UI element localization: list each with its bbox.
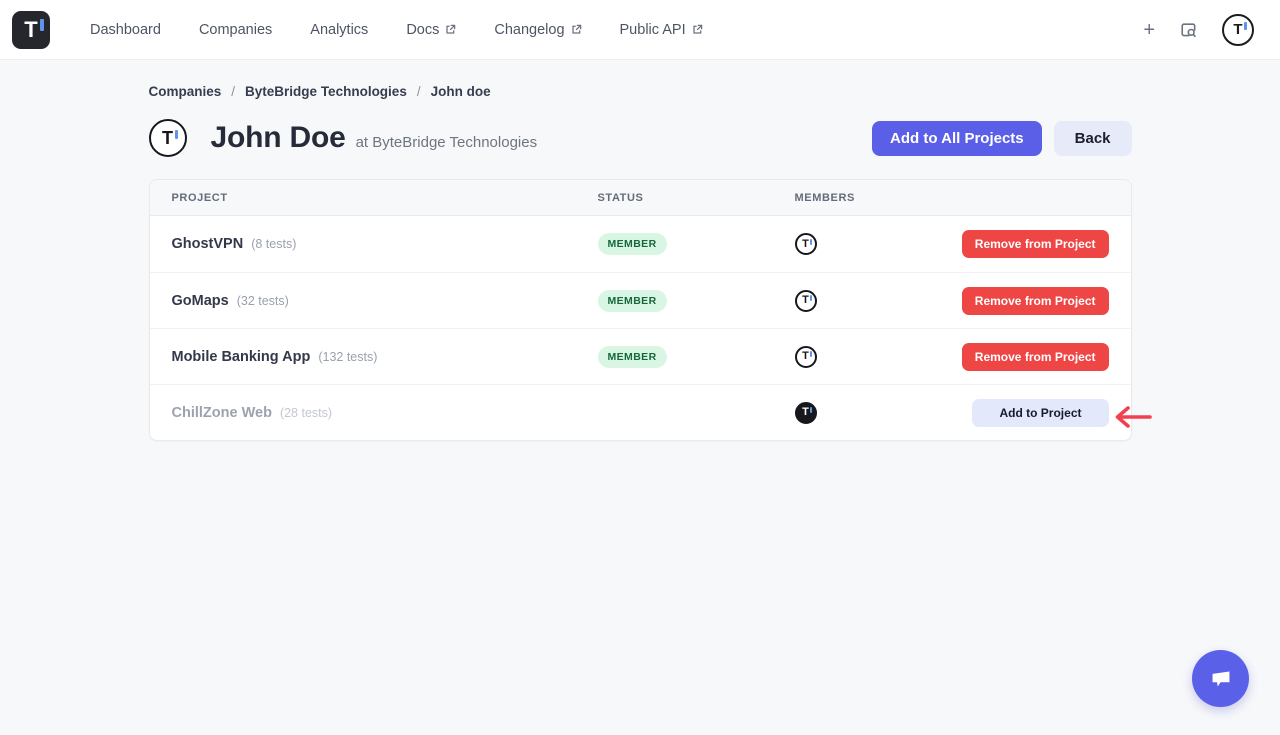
remove-from-project-button[interactable]: Remove from Project [962,287,1109,315]
project-test-count: (28 tests) [280,406,332,420]
breadcrumb-current: John doe [431,84,491,99]
breadcrumb-company[interactable]: ByteBridge Technologies [245,84,407,99]
member-avatar-glyph: T [802,239,809,250]
user-avatar-glyph: T [1233,22,1242,37]
header-actions: Add to All Projects Back [872,121,1131,156]
page-title: John Doe [211,121,346,155]
top-nav: T Dashboard Companies Analytics Docs Cha… [0,0,1280,60]
chat-bubble-icon [1206,664,1236,694]
table-row-chillzone-web: ChillZone Web (28 tests) T Add to Projec… [150,384,1131,440]
member-avatar: T [795,233,817,255]
main-content: Companies / ByteBridge Technologies / Jo… [149,84,1132,441]
breadcrumb-separator: / [417,84,421,99]
member-avatar: T [795,346,817,368]
member-avatar-glyph: T [802,351,809,362]
project-cell: GoMaps (32 tests) [172,293,598,309]
column-status: STATUS [598,192,795,204]
column-members: MEMBERS [795,192,1109,204]
projects-table: PROJECT STATUS MEMBERS GhostVPN (8 tests… [149,179,1132,441]
nav-item-label: Docs [406,22,439,38]
external-link-icon [571,24,582,35]
nav-item-label: Public API [620,22,686,38]
member-avatar-glyph: T [802,295,809,306]
title-wrap: John Doe at ByteBridge Technologies [211,121,538,155]
nav-item-docs[interactable]: Docs [406,22,456,38]
person-avatar-glyph: T [162,129,173,147]
table-header: PROJECT STATUS MEMBERS [150,180,1131,216]
project-test-count: (132 tests) [318,350,377,364]
remove-from-project-button[interactable]: Remove from Project [962,343,1109,371]
project-cell: Mobile Banking App (132 tests) [172,349,598,365]
app-logo[interactable]: T [12,11,50,49]
breadcrumb-separator: / [231,84,235,99]
project-name: Mobile Banking App [172,349,311,365]
member-avatar-glyph: T [802,407,809,418]
table-row-ghostvpn: GhostVPN (8 tests) MEMBER T Remove from … [150,216,1131,272]
page-header: T John Doe at ByteBridge Technologies Ad… [149,119,1132,157]
external-link-icon [445,24,456,35]
add-to-project-button[interactable]: Add to Project [972,399,1108,427]
add-to-all-projects-button[interactable]: Add to All Projects [872,121,1042,156]
nav-item-label: Dashboard [90,22,161,38]
project-name: GoMaps [172,293,229,309]
nav-item-label: Analytics [310,22,368,38]
status-badge: MEMBER [598,346,667,368]
nav-links: Dashboard Companies Analytics Docs Chang… [90,22,703,38]
nav-item-public-api[interactable]: Public API [620,22,703,38]
hint-arrow-icon [1112,404,1154,430]
breadcrumb: Companies / ByteBridge Technologies / Jo… [149,84,1132,99]
project-test-count: (32 tests) [237,294,289,308]
plus-icon[interactable]: + [1143,20,1155,40]
search-docs-icon[interactable] [1179,20,1198,39]
table-row-mobile-banking-app: Mobile Banking App (132 tests) MEMBER T … [150,328,1131,384]
breadcrumb-companies[interactable]: Companies [149,84,222,99]
status-badge: MEMBER [598,290,667,312]
external-link-icon [692,24,703,35]
chat-widget-button[interactable] [1192,650,1249,707]
nav-item-label: Changelog [494,22,564,38]
remove-from-project-button[interactable]: Remove from Project [962,230,1109,258]
nav-item-companies[interactable]: Companies [199,22,272,38]
person-avatar: T [149,119,187,157]
user-avatar[interactable]: T [1222,14,1254,46]
nav-item-label: Companies [199,22,272,38]
back-button[interactable]: Back [1054,121,1132,156]
table-row-gomaps: GoMaps (32 tests) MEMBER T Remove from P… [150,272,1131,328]
nav-item-dashboard[interactable]: Dashboard [90,22,161,38]
project-name: ChillZone Web [172,405,272,421]
project-cell: GhostVPN (8 tests) [172,236,598,252]
status-badge: MEMBER [598,233,667,255]
page-subtitle: at ByteBridge Technologies [356,134,538,151]
app-logo-glyph: T [24,19,37,41]
column-project: PROJECT [172,192,598,204]
member-avatar: T [795,290,817,312]
project-cell: ChillZone Web (28 tests) [172,405,598,421]
nav-right: + T [1143,14,1264,46]
nav-item-changelog[interactable]: Changelog [494,22,581,38]
project-test-count: (8 tests) [251,237,296,251]
member-avatar: T [795,402,817,424]
nav-item-analytics[interactable]: Analytics [310,22,368,38]
project-name: GhostVPN [172,236,244,252]
